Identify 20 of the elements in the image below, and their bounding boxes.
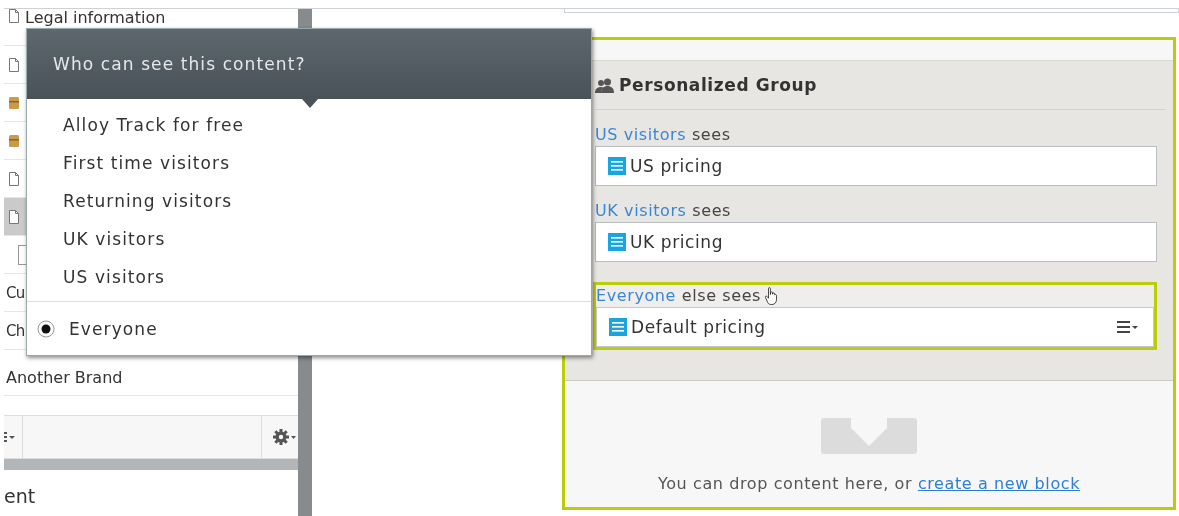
content-block[interactable]: US pricing <box>595 146 1157 186</box>
audience-label: Everyone else sees <box>596 285 762 307</box>
audience-option[interactable]: Returning visitors <box>27 182 591 220</box>
block-name: Default pricing <box>631 317 767 337</box>
create-block-link[interactable]: create a new block <box>917 474 1081 493</box>
group-title: Personalized Group <box>619 75 817 95</box>
audience-option[interactable]: First time visitors <box>27 144 591 182</box>
audience-option[interactable]: Everyone <box>69 318 158 339</box>
audience-option[interactable]: UK visitors <box>27 220 591 258</box>
audience-label: UK visitors sees <box>595 200 731 222</box>
drop-hint: You can drop content here, or create a new block <box>657 474 1081 493</box>
content-block[interactable]: UK pricing <box>595 222 1157 262</box>
audience-option[interactable]: US visitors <box>27 258 591 296</box>
popup-title: Who can see this content? <box>53 54 306 74</box>
audience-label: US visitors sees <box>595 124 731 146</box>
audience-option[interactable]: Alloy Track for free <box>27 106 591 144</box>
panel-text: ent <box>4 484 37 508</box>
content-block[interactable]: Default pricing <box>596 307 1154 347</box>
block-name: UK pricing <box>630 232 725 252</box>
block-name: US pricing <box>630 156 724 176</box>
